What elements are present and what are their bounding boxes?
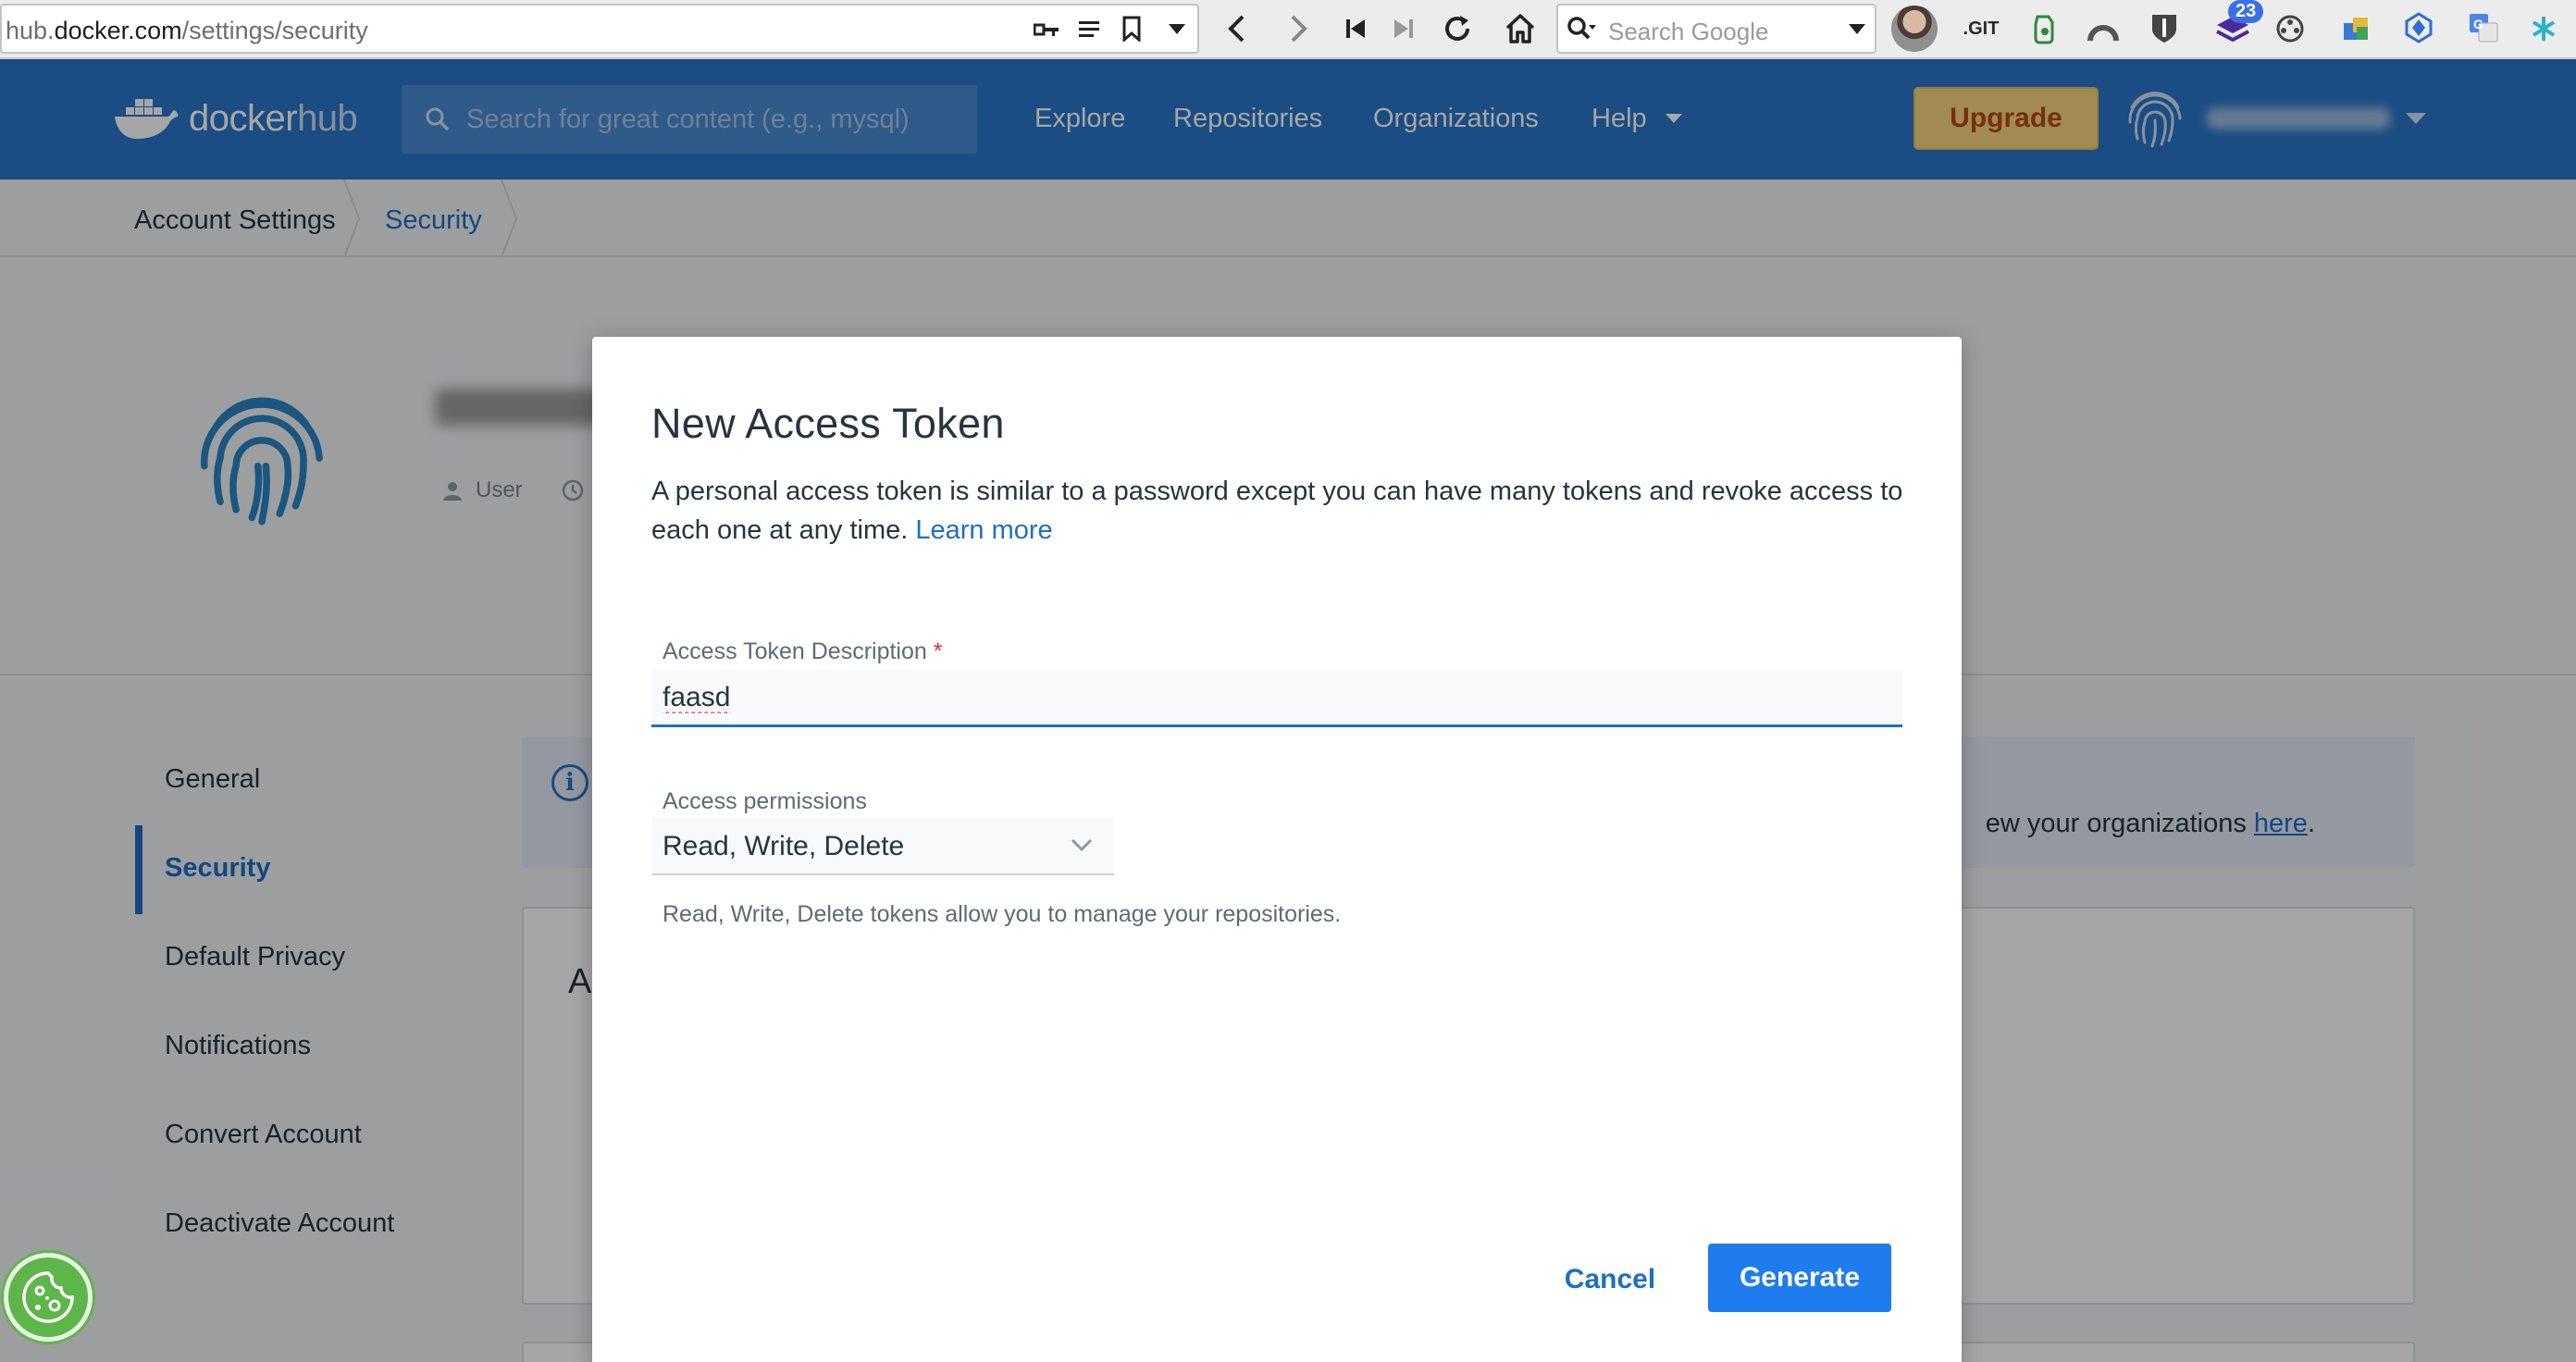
search-engine-icon[interactable]: [1566, 15, 1599, 43]
asterisk-extension-icon[interactable]: [2526, 11, 2561, 46]
cookie-icon: [22, 1271, 74, 1323]
modal-description: A personal access token is similar to a …: [651, 472, 1910, 550]
google-translate-icon[interactable]: G: [2465, 9, 2502, 46]
modal-description-text: A personal access token is similar to a …: [651, 477, 1903, 545]
skip-forward-icon[interactable]: [1390, 15, 1418, 43]
bitwarden-extension-icon[interactable]: [2149, 11, 2180, 46]
extension-badge-count: 23: [2228, 0, 2264, 23]
new-access-token-modal: New Access Token A personal access token…: [592, 337, 1962, 1362]
access-permissions-select[interactable]: Read, Write, Delete: [651, 818, 1114, 875]
generate-button[interactable]: Generate: [1708, 1244, 1891, 1312]
forward-icon[interactable]: [1282, 11, 1316, 46]
access-permissions-value: Read, Write, Delete: [663, 831, 905, 861]
arc-extension-icon[interactable]: [2086, 13, 2121, 44]
browser-search-placeholder: Search Google: [1608, 18, 1769, 45]
reader-view-icon[interactable]: [1075, 15, 1103, 43]
browser-search-field[interactable]: Search Google: [1556, 4, 1876, 54]
address-bar-url: hub.docker.com/settings/security: [6, 17, 368, 44]
back-icon[interactable]: [1220, 11, 1253, 46]
gem-extension-icon[interactable]: [2400, 9, 2437, 46]
svg-text:G: G: [2473, 17, 2483, 31]
modal-title: New Access Token: [651, 400, 1005, 447]
address-bar[interactable]: hub.docker.com/settings/security: [0, 4, 1199, 54]
git-extension-icon[interactable]: .GIT: [1960, 15, 2002, 43]
required-indicator: *: [933, 638, 943, 664]
browser-toolbar: hub.docker.com/settings/security Search …: [0, 0, 2576, 59]
skip-back-icon[interactable]: [1342, 15, 1369, 43]
key-icon[interactable]: [1033, 17, 1060, 44]
search-dropdown-icon[interactable]: [1847, 20, 1867, 39]
chevron-down-icon: [1071, 838, 1093, 852]
home-icon[interactable]: [1503, 11, 1538, 46]
evernote-extension-icon[interactable]: [2028, 11, 2060, 46]
film-extension-icon[interactable]: [2273, 11, 2308, 46]
reload-icon[interactable]: [1440, 11, 1475, 46]
token-description-input[interactable]: [651, 670, 1902, 727]
token-description-label: Access Token Description *: [663, 638, 943, 664]
browser-profile-avatar[interactable]: [1891, 6, 1938, 52]
access-permissions-label: Access permissions: [663, 788, 867, 814]
cookie-settings-button[interactable]: [4, 1253, 93, 1342]
color-blocks-extension-icon[interactable]: [2339, 11, 2374, 46]
access-permissions-help: Read, Write, Delete tokens allow you to …: [663, 901, 1342, 927]
dropdown-arrow-icon[interactable]: [1166, 19, 1188, 41]
cancel-button[interactable]: Cancel: [1536, 1245, 1684, 1314]
learn-more-link[interactable]: Learn more: [915, 515, 1052, 545]
bookmark-icon[interactable]: [1118, 13, 1146, 44]
